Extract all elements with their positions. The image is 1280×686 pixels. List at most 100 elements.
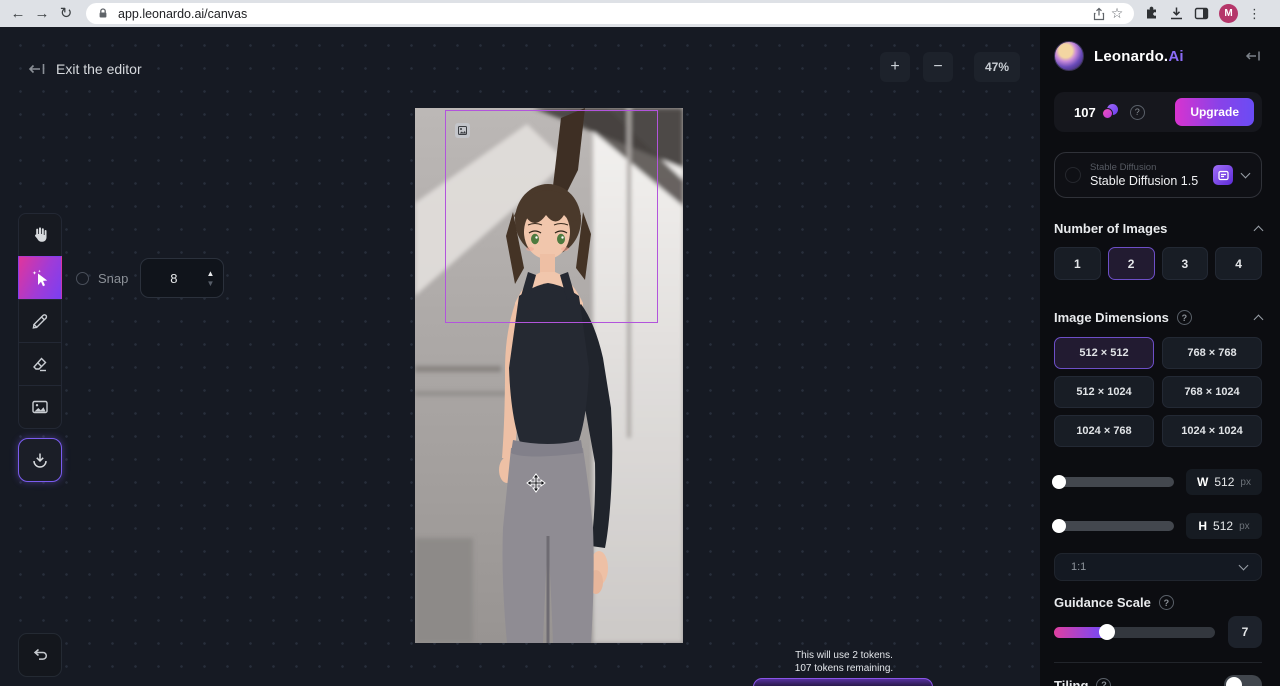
- zoom-controls: + − 47%: [880, 52, 1020, 82]
- upgrade-button[interactable]: Upgrade: [1175, 98, 1254, 126]
- num-images-option-1[interactable]: 1: [1054, 247, 1101, 280]
- zoom-out-button[interactable]: −: [923, 52, 953, 82]
- number-of-images-heading: Number of Images: [1054, 221, 1262, 236]
- number-of-images-options: 1 2 3 4: [1054, 247, 1262, 280]
- downloads-icon[interactable]: [1169, 6, 1184, 21]
- url-bar[interactable]: app.leonardo.ai/canvas ☆: [86, 3, 1134, 24]
- tiling-help-icon[interactable]: ?: [1096, 678, 1111, 686]
- model-selector-value: Stable Diffusion 1.5: [1090, 174, 1213, 188]
- pan-hand-tool[interactable]: [18, 213, 62, 257]
- canvas-workspace[interactable]: Exit the editor + − 47% Snap 8: [0, 27, 1280, 686]
- height-value: 512: [1213, 519, 1233, 533]
- extensions-icon[interactable]: [1144, 6, 1159, 21]
- generate-button-edge[interactable]: [753, 678, 933, 686]
- guidance-slider-row: 7: [1054, 616, 1262, 648]
- bookmark-star-icon[interactable]: ☆: [1108, 5, 1126, 23]
- share-icon[interactable]: [1090, 5, 1108, 23]
- aspect-ratio-dropdown[interactable]: 1:1: [1054, 553, 1262, 581]
- dim-option-1024x1024[interactable]: 1024 × 1024: [1162, 415, 1262, 447]
- width-label: W: [1197, 475, 1208, 489]
- browser-chrome: ← → ↻ app.leonardo.ai/canvas ☆ M ⋮: [0, 0, 1280, 27]
- url-text: app.leonardo.ai/canvas: [118, 7, 1090, 21]
- model-placeholder-icon: [1065, 167, 1081, 183]
- guidance-help-icon[interactable]: ?: [1159, 595, 1174, 610]
- num-images-option-2[interactable]: 2: [1108, 247, 1155, 280]
- exit-editor-button[interactable]: Exit the editor: [28, 61, 142, 77]
- aspect-ratio-chevron-icon: [1239, 561, 1249, 571]
- snap-value-input[interactable]: 8 ▲ ▼: [140, 258, 224, 298]
- image-dimensions-heading: Image Dimensions ?: [1054, 310, 1262, 325]
- aspect-ratio-value: 1:1: [1071, 561, 1240, 573]
- reload-button[interactable]: ↻: [54, 2, 78, 26]
- forward-button[interactable]: →: [30, 2, 54, 26]
- dim-option-768x768[interactable]: 768 × 768: [1162, 337, 1262, 369]
- dimensions-collapse-icon[interactable]: [1254, 315, 1264, 325]
- profile-avatar[interactable]: M: [1219, 4, 1238, 23]
- dim-option-1024x768[interactable]: 1024 × 768: [1054, 415, 1154, 447]
- width-value: 512: [1214, 475, 1234, 489]
- dimensions-help-icon[interactable]: ?: [1177, 310, 1192, 325]
- back-button[interactable]: ←: [6, 2, 30, 26]
- coins-icon: [1102, 104, 1120, 120]
- zoom-in-button[interactable]: +: [880, 52, 910, 82]
- selection-image-badge-icon: [455, 123, 470, 138]
- selection-box[interactable]: [445, 110, 658, 323]
- zoom-level-display[interactable]: 47%: [974, 52, 1020, 82]
- paint-tool[interactable]: [18, 299, 62, 343]
- brand-title-main: Leonardo.: [1094, 48, 1168, 65]
- tiling-toggle-knob: [1226, 677, 1242, 686]
- token-count: 107: [1074, 105, 1096, 120]
- exit-arrow-icon: [28, 62, 46, 76]
- num-images-option-4[interactable]: 4: [1215, 247, 1262, 280]
- snap-value[interactable]: 8: [141, 271, 206, 286]
- token-note-line2: 107 tokens remaining.: [764, 662, 924, 675]
- exit-editor-label: Exit the editor: [56, 61, 142, 77]
- height-slider-thumb[interactable]: [1052, 519, 1066, 533]
- tiling-toggle[interactable]: [1224, 675, 1262, 686]
- tokens-help-icon[interactable]: ?: [1130, 105, 1145, 120]
- snap-toggle-icon[interactable]: [76, 272, 89, 285]
- move-cursor: [526, 473, 546, 493]
- width-slider-row: W 512 px: [1054, 469, 1262, 495]
- eraser-tool[interactable]: [18, 342, 62, 386]
- number-of-images-collapse-icon[interactable]: [1254, 226, 1264, 236]
- dim-option-512x1024[interactable]: 512 × 1024: [1054, 376, 1154, 408]
- dim-option-768x1024[interactable]: 768 × 1024: [1162, 376, 1262, 408]
- image-dimensions-label: Image Dimensions: [1054, 310, 1169, 325]
- guidance-slider-thumb[interactable]: [1099, 624, 1115, 640]
- model-selector[interactable]: Stable Diffusion Stable Diffusion 1.5: [1054, 152, 1262, 198]
- dimension-options: 512 × 512 768 × 768 512 × 1024 768 × 102…: [1054, 337, 1262, 447]
- leonardo-logo-avatar: [1054, 41, 1084, 71]
- collapse-sidebar-icon[interactable]: [1244, 49, 1262, 63]
- snap-decrement-icon[interactable]: ▼: [206, 280, 214, 287]
- lock-icon: [94, 5, 112, 23]
- tiling-row: Tiling ?: [1054, 673, 1262, 686]
- side-panel-icon[interactable]: [1194, 6, 1209, 21]
- model-selector-label: Stable Diffusion: [1090, 162, 1213, 173]
- token-balance-box: 107 ? Upgrade: [1054, 92, 1262, 132]
- token-usage-note: This will use 2 tokens. 107 tokens remai…: [764, 649, 924, 675]
- height-value-box[interactable]: H 512 px: [1186, 513, 1262, 539]
- height-label: H: [1198, 519, 1207, 533]
- snap-control: Snap 8 ▲ ▼: [76, 258, 224, 298]
- dim-option-512x512[interactable]: 512 × 512: [1054, 337, 1154, 369]
- width-value-box[interactable]: W 512 px: [1186, 469, 1262, 495]
- height-slider[interactable]: [1054, 521, 1174, 531]
- brand-title-accent: Ai: [1168, 48, 1183, 65]
- model-chevron-down-icon: [1241, 169, 1251, 179]
- snap-increment-icon[interactable]: ▲: [206, 270, 214, 277]
- guidance-scale-label: Guidance Scale: [1054, 595, 1151, 610]
- undo-button[interactable]: [18, 633, 62, 677]
- sidebar-divider: [1054, 662, 1262, 663]
- guidance-slider[interactable]: [1054, 627, 1215, 638]
- width-slider-thumb[interactable]: [1052, 475, 1066, 489]
- chrome-menu-icon[interactable]: ⋮: [1248, 6, 1261, 22]
- number-of-images-label: Number of Images: [1054, 221, 1167, 236]
- num-images-option-3[interactable]: 3: [1162, 247, 1209, 280]
- height-unit: px: [1239, 521, 1250, 532]
- width-slider[interactable]: [1054, 477, 1174, 487]
- select-tool[interactable]: [18, 256, 62, 300]
- download-tool[interactable]: [18, 438, 62, 482]
- image-tool[interactable]: [18, 385, 62, 429]
- guidance-value[interactable]: 7: [1228, 616, 1262, 648]
